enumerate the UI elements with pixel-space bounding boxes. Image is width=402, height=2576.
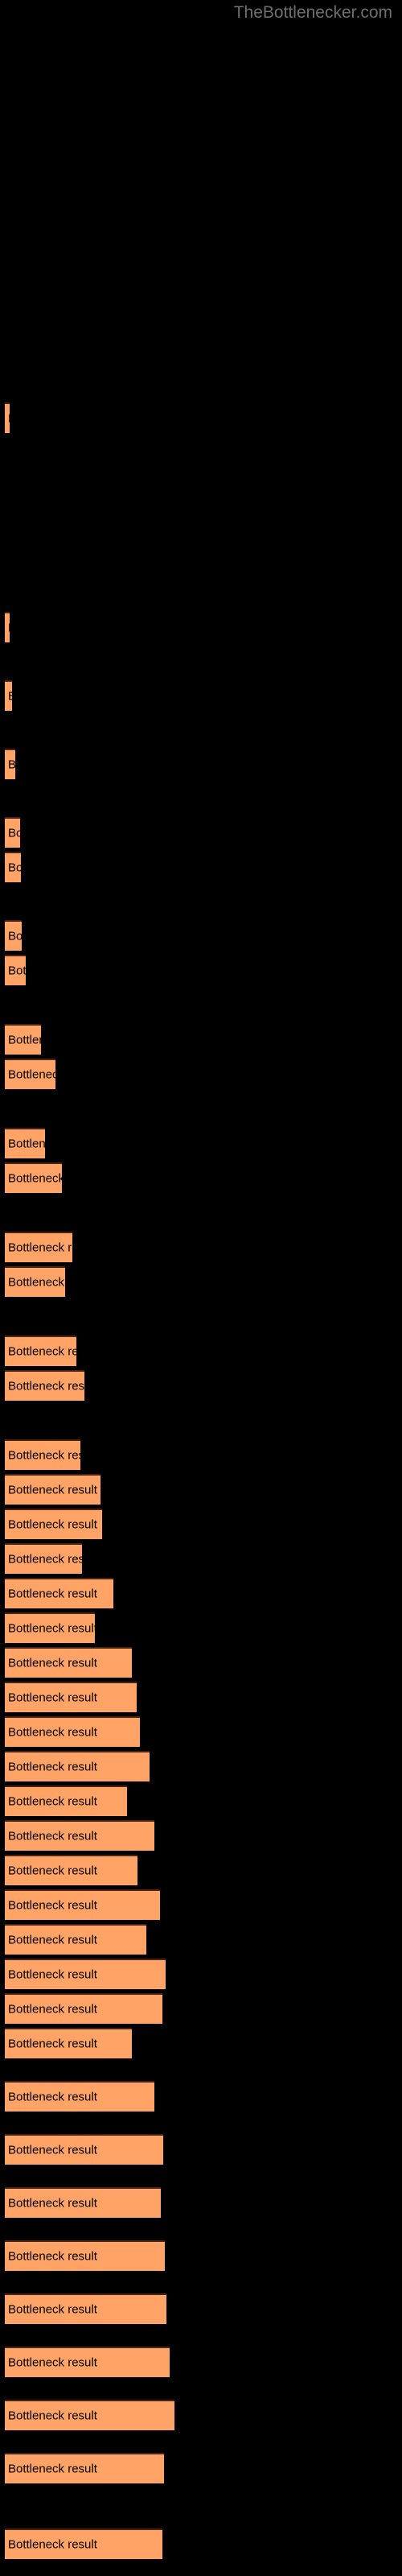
bar-label: Bottleneck result — [8, 1725, 97, 1740]
bar[interactable]: Bottleneck result — [5, 1924, 146, 1955]
bar[interactable]: Bottleneck result — [5, 1612, 95, 1643]
bar[interactable]: Bottleneck result — [5, 2400, 174, 2430]
bar[interactable]: Bottleneck result — [5, 2529, 162, 2559]
bar[interactable]: Bottleneck result — [5, 1543, 82, 1574]
bar-label: Bottleneck result — [8, 2302, 97, 2317]
bar[interactable]: Bottleneck result — [5, 612, 10, 642]
bar-label: Bottleneck result — [8, 1241, 72, 1255]
bar-label: Bottleneck result — [8, 1864, 97, 1878]
bar-label: Bottleneck result — [8, 1137, 45, 1151]
bar[interactable]: Bottleneck result — [5, 2028, 132, 2058]
bar-label: Bottleneck result — [8, 1067, 55, 1082]
bar[interactable]: Bottleneck result — [5, 1024, 41, 1055]
bar[interactable]: Bottleneck result — [5, 1647, 132, 1678]
bar[interactable]: Bottleneck result — [5, 1889, 160, 1920]
bar-label: Bottleneck result — [8, 2249, 97, 2264]
bar[interactable]: Bottleneck result — [5, 1751, 150, 1781]
bar-label: Bottleneck result — [8, 1794, 97, 1809]
bar[interactable]: Bottleneck result — [5, 1959, 166, 1989]
bar-label: Bottleneck result — [8, 2409, 97, 2423]
bar-label: Bottleneck result — [8, 1379, 84, 1393]
bar-label: Bottleneck result — [8, 2196, 97, 2211]
bar[interactable]: Bottleneck result — [5, 680, 12, 711]
bar[interactable]: Bottleneck result — [5, 1682, 137, 1712]
bar-label: Bottleneck result — [8, 1275, 65, 1290]
bar-label: Bottleneck result — [8, 1483, 97, 1497]
bar[interactable]: Bottleneck result — [5, 1439, 80, 1470]
bar[interactable]: Bottleneck result — [5, 1578, 113, 1608]
bar-label: Bottleneck result — [8, 2462, 97, 2476]
bar-label: Bottleneck result — [8, 2355, 97, 2370]
bar-label: Bottleneck result — [8, 690, 12, 704]
bar[interactable]: Bottleneck result — [5, 1474, 100, 1505]
bar[interactable]: Bottleneck result — [5, 1855, 137, 1885]
bar[interactable]: Bottleneck result — [5, 817, 20, 848]
bar-label: Bottleneck result — [8, 1517, 97, 1532]
bar[interactable]: Bottleneck result — [5, 2240, 165, 2271]
bar-label: Bottleneck result — [8, 621, 10, 635]
bar[interactable]: Bottleneck result — [5, 1785, 127, 1816]
bar-label: Bottleneck result — [8, 2143, 97, 2157]
bar-label: Bottleneck result — [8, 1344, 76, 1359]
bar[interactable]: Bottleneck result — [5, 2134, 163, 2165]
bar[interactable]: Bottleneck result — [5, 2293, 166, 2324]
bar[interactable]: Bottleneck result — [5, 2347, 170, 2377]
bar[interactable]: Bottleneck result — [5, 1716, 140, 1747]
bottleneck-bar-chart: Bottleneck result Bottleneck result Bottle… — [0, 0, 402, 2576]
bar[interactable]: Bottleneck result — [5, 2453, 164, 2483]
bar[interactable]: Bottleneck result — [5, 402, 10, 433]
bar[interactable]: Bottleneck result — [5, 1993, 162, 2024]
bar-label: Bottleneck result — [8, 2090, 97, 2104]
bar-label: Bottleneck result — [8, 2537, 97, 2552]
bar[interactable]: Bottleneck result — [5, 955, 26, 985]
bar-label: Bottleneck result — [8, 1621, 95, 1636]
bar[interactable]: Bottleneck result — [5, 1820, 154, 1851]
bar-label: Bottleneck result — [8, 1967, 97, 1982]
bar[interactable]: Bottleneck result — [5, 749, 15, 779]
bar[interactable]: Bottleneck result — [5, 852, 21, 882]
bar[interactable]: Bottleneck result — [5, 1162, 62, 1193]
bar-label: Bottleneck result — [8, 1829, 97, 1843]
bar[interactable]: Bottleneck result — [5, 1059, 55, 1089]
bar-label: Bottleneck result — [8, 861, 21, 875]
bar-label: Bottleneck result — [8, 2002, 97, 2017]
bar-label: Bottleneck result — [8, 1898, 97, 1913]
bar[interactable]: Bottleneck result — [5, 1266, 65, 1297]
bar-label: Bottleneck result — [8, 1656, 97, 1670]
bar[interactable]: Bottleneck result — [5, 1128, 45, 1158]
bar-label: Bottleneck result — [8, 1552, 82, 1567]
bar-label: Bottleneck result — [8, 1933, 97, 1947]
bar[interactable]: Bottleneck result — [5, 920, 22, 951]
bar-label: Bottleneck result — [8, 1760, 97, 1774]
bar[interactable]: Bottleneck result — [5, 2081, 154, 2112]
bar-label: Bottleneck result — [8, 2037, 97, 2051]
bar[interactable]: Bottleneck result — [5, 1335, 76, 1366]
bar-label: Bottleneck result — [8, 1033, 41, 1047]
bar-label: Bottleneck result — [8, 1587, 97, 1601]
bar-label: Bottleneck result — [8, 412, 10, 426]
bar[interactable]: Bottleneck result — [5, 2187, 161, 2218]
bar-label: Bottleneck result — [8, 1171, 62, 1186]
page-root: TheBottlenecker.com Bottleneck resultBot… — [0, 0, 402, 2576]
bar-label: Bottleneck result — [8, 826, 20, 840]
bar-label: Bottleneck result — [8, 1448, 80, 1463]
bar[interactable]: Bottleneck result — [5, 1232, 72, 1262]
bar-label: Bottleneck result — [8, 1690, 97, 1705]
bar-label: Bottleneck result — [8, 758, 15, 772]
bar-label: Bottleneck result — [8, 964, 26, 978]
bar[interactable]: Bottleneck result — [5, 1370, 84, 1401]
bar[interactable]: Bottleneck result — [5, 1509, 102, 1539]
bar-label: Bottleneck result — [8, 929, 22, 943]
